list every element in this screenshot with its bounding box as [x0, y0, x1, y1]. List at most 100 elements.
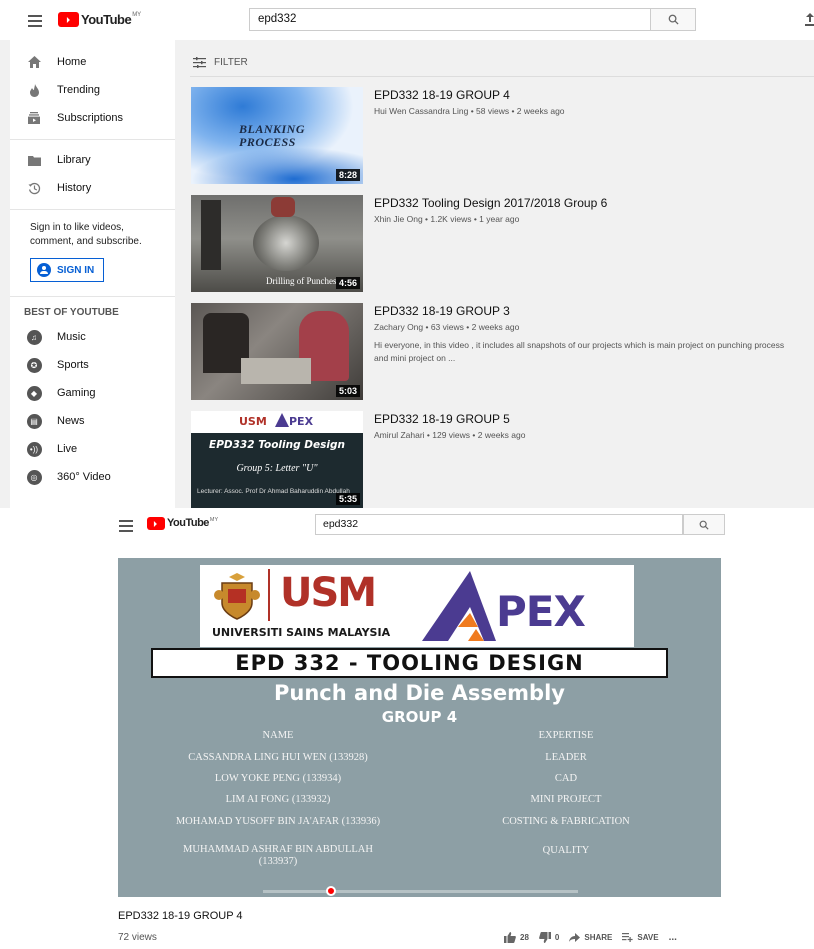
result-item[interactable]: USM PEX EPD332 Tooling Design Group 5: L…: [191, 411, 811, 508]
video-duration: 8:28: [335, 169, 360, 181]
progress-scrubber[interactable]: [326, 886, 336, 896]
thumbnail-caption: EPD332 Tooling Design: [209, 439, 345, 451]
filter-label: FILTER: [214, 57, 248, 68]
result-item[interactable]: 5:03 EPD332 18-19 GROUP 3 Zachary Ong • …: [191, 303, 811, 401]
save-button[interactable]: SAVE: [622, 933, 659, 942]
like-button[interactable]: 28: [504, 932, 529, 943]
more-actions-button[interactable]: ...: [669, 932, 677, 943]
slide-member-role: LEADER: [545, 752, 587, 763]
video-thumbnail[interactable]: BLANKING PROCESS 8:28: [191, 87, 363, 184]
usm-logo-rule: [268, 569, 270, 621]
search-input[interactable]: epd332: [249, 8, 651, 31]
masthead: YouTube MY epd332: [0, 0, 814, 40]
dislike-count: 0: [554, 933, 560, 942]
slide-column-header: NAME: [262, 730, 294, 741]
flame-icon: [26, 82, 42, 98]
filter-button[interactable]: FILTER: [193, 57, 248, 68]
sidebar-item-label: Subscriptions: [57, 112, 124, 124]
slide-member-role: QUALITY: [542, 845, 590, 856]
sidebar-item-label: Library: [57, 154, 91, 166]
gaming-icon: ◆: [26, 385, 42, 401]
thumbnail-caption-line: PROCESS: [239, 135, 296, 149]
video-thumbnail[interactable]: USM PEX EPD332 Tooling Design Group 5: L…: [191, 411, 363, 508]
sidebar-item-label: Gaming: [57, 387, 96, 399]
share-icon: [569, 933, 581, 942]
view-count: 72 views: [118, 932, 157, 943]
menu-icon[interactable]: [28, 15, 42, 27]
sidebar-item-music[interactable]: ♫ Music: [10, 324, 175, 350]
result-title[interactable]: EPD332 18-19 GROUP 3: [374, 304, 510, 318]
menu-icon[interactable]: [119, 520, 133, 532]
result-item[interactable]: Drilling of Punches 4:56 EPD332 Tooling …: [191, 195, 811, 293]
slide-member-name: MUHAMMAD ASHRAF BIN ABDULLAH (133937): [183, 844, 373, 867]
signin-prompt: Sign in to like videos, comment, and sub…: [30, 222, 142, 247]
video-thumbnail[interactable]: Drilling of Punches 4:56: [191, 195, 363, 292]
360-video-icon: ◎: [26, 469, 42, 485]
sidebar-item-subscriptions[interactable]: Subscriptions: [10, 105, 175, 131]
video-player[interactable]: USM UNIVERSITI SAINS MALAYSIA PEX EPD 33…: [118, 558, 721, 897]
result-title[interactable]: EPD332 18-19 GROUP 5: [374, 412, 510, 426]
sidebar-item-label: 360° Video: [57, 471, 111, 483]
thumbnail-caption: Drilling of Punches: [266, 276, 337, 286]
watch-page-screenshot: YouTube MY epd332 USM UNIVERSITI SAINS M…: [112, 508, 730, 949]
usm-logo: USM: [280, 570, 377, 616]
news-icon: ▤: [26, 413, 42, 429]
slide-member-name: MOHAMAD YUSOFF BIN JA'AFAR (133936): [175, 816, 381, 827]
sidebar-item-sports[interactable]: ✪ Sports: [10, 352, 175, 378]
video-thumbnail[interactable]: 5:03: [191, 303, 363, 400]
sidebar-item-news[interactable]: ▤ News: [10, 408, 175, 434]
slide-group-label: GROUP 4: [381, 708, 458, 726]
logo-region: MY: [132, 12, 142, 18]
share-label: SHARE: [584, 933, 613, 942]
slide-member-role: CAD: [554, 773, 578, 784]
result-meta: Amirul Zahari • 129 views • 2 weeks ago: [374, 430, 526, 440]
sidebar-item-trending[interactable]: Trending: [10, 77, 175, 103]
sidebar-item-label: Live: [57, 443, 78, 455]
search-button[interactable]: [683, 514, 725, 535]
sidebar-item-360-video[interactable]: ◎ 360° Video: [10, 464, 175, 490]
filter-divider: [190, 76, 814, 77]
slide-member-role: COSTING & FABRICATION: [502, 816, 630, 827]
search-icon: [699, 520, 709, 530]
result-item[interactable]: BLANKING PROCESS 8:28 EPD332 18-19 GROUP…: [191, 87, 811, 185]
sidebar-item-home[interactable]: Home: [10, 49, 175, 75]
sidebar-item-gaming[interactable]: ◆ Gaming: [10, 380, 175, 406]
sidebar-divider: [10, 296, 175, 297]
share-button[interactable]: SHARE: [569, 933, 612, 942]
sidebar-item-library[interactable]: Library: [10, 147, 175, 173]
youtube-logo[interactable]: YouTube MY: [58, 12, 141, 27]
thumbnail-worker: [271, 197, 295, 217]
upload-icon[interactable]: [805, 13, 814, 26]
home-icon: [26, 54, 42, 70]
signin-button[interactable]: SIGN IN: [30, 258, 104, 282]
slide-course-title: EPD 332 - TOOLING DESIGN: [151, 648, 668, 678]
search-button[interactable]: [650, 8, 696, 31]
thumbs-up-icon: [504, 932, 516, 943]
thumbnail-caption: Lecturer: Assoc. Prof Dr Ahmad Baharuddi…: [197, 488, 350, 495]
result-meta: Zachary Ong • 63 views • 2 weeks ago: [374, 322, 520, 332]
video-duration: 5:03: [335, 385, 360, 397]
video-actions: 28 0 SHARE SAVE ...: [504, 932, 677, 943]
progress-bar[interactable]: [263, 890, 578, 893]
sidebar-item-history[interactable]: History: [10, 175, 175, 201]
filter-icon: [193, 57, 206, 68]
result-title[interactable]: EPD332 18-19 GROUP 4: [374, 88, 510, 102]
result-title[interactable]: EPD332 Tooling Design 2017/2018 Group 6: [374, 196, 607, 210]
youtube-logo[interactable]: YouTube MY: [147, 517, 218, 530]
apex-wordmark: PEX: [496, 587, 586, 636]
apex-logo: PEX: [289, 415, 314, 428]
subscriptions-icon: [26, 110, 42, 126]
signin-button-label: SIGN IN: [57, 264, 95, 276]
youtube-play-icon: [58, 12, 79, 27]
slide-column-header: EXPERTISE: [538, 730, 594, 741]
thumbnail-machine-chuck: [253, 215, 319, 271]
sidebar-item-live[interactable]: •)) Live: [10, 436, 175, 462]
thumbs-down-icon: [539, 932, 551, 943]
result-meta: Hui Wen Cassandra Ling • 58 views • 2 we…: [374, 106, 565, 116]
usm-name: UNIVERSITI SAINS MALAYSIA: [212, 626, 391, 639]
search-input[interactable]: epd332: [315, 514, 683, 535]
search-icon: [668, 14, 679, 25]
sports-icon: ✪: [26, 357, 42, 373]
dislike-button[interactable]: 0: [539, 932, 559, 943]
slide-logo-banner: USM UNIVERSITI SAINS MALAYSIA PEX: [200, 565, 634, 647]
